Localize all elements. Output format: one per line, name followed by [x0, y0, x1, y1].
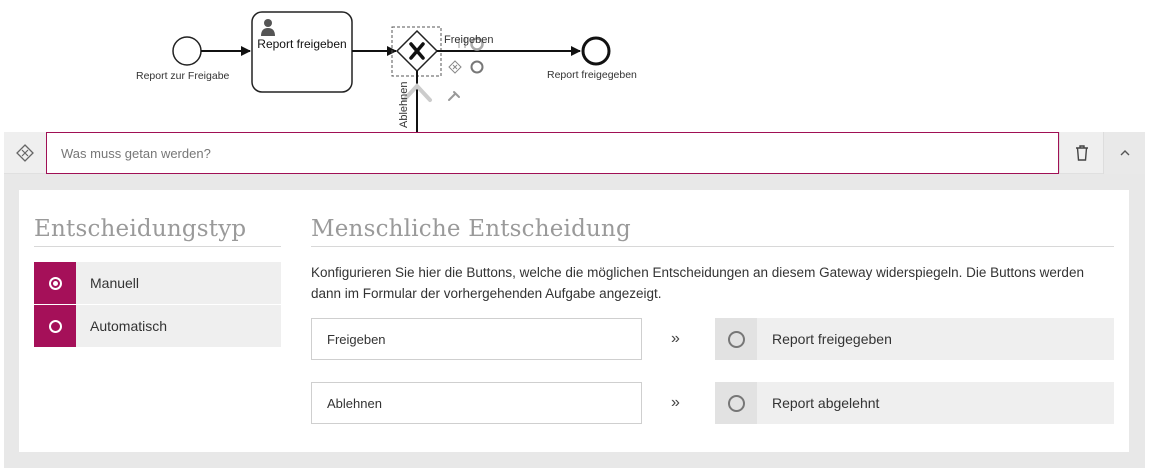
human-decision-description: Konfigurieren Sie hier die Buttons, welc…: [311, 265, 1084, 301]
decision-button-text-input[interactable]: [311, 318, 642, 360]
gateway-properties-panel: Entscheidungstyp Manuell Automatisch: [4, 132, 1145, 468]
decision-target-label: Report freigegeben: [772, 331, 892, 347]
decision-type-section: Entscheidungstyp Manuell Automatisch: [34, 216, 281, 348]
arrow-separator: »: [671, 330, 680, 347]
delete-button[interactable]: [1059, 132, 1103, 174]
task-label: Report freigeben: [257, 37, 347, 51]
end-event-icon: [715, 382, 757, 424]
radio-selected-icon[interactable]: [34, 262, 76, 304]
decision-row: » Report abgelehnt: [311, 382, 1114, 424]
collapse-button[interactable]: [1103, 132, 1145, 174]
radio-unselected-icon[interactable]: [34, 305, 76, 347]
end-event-label: Report freigegeben: [547, 69, 637, 81]
decision-target[interactable]: Report freigegeben: [715, 318, 1114, 360]
flow-reject-label: Ablehnen: [398, 81, 410, 129]
gateway-diamond-icon: [4, 132, 46, 174]
workflow-editor: Report zur Freigabe Report freigeben Rep…: [0, 0, 1152, 471]
decision-type-list: Manuell Automatisch: [34, 262, 281, 347]
task-title-input[interactable]: [46, 132, 1059, 174]
decision-button-text-input[interactable]: [311, 382, 642, 424]
trash-icon: [1075, 145, 1088, 161]
end-event[interactable]: [581, 36, 611, 66]
human-decision-section: Menschliche Entscheidung Konfigurieren S…: [311, 216, 1114, 424]
start-event-label: Report zur Freigabe: [136, 70, 230, 82]
diagram-canvas: [172, 11, 611, 132]
decision-target[interactable]: Report abgelehnt: [715, 382, 1114, 424]
decision-type-title: Entscheidungstyp: [34, 216, 281, 247]
decision-type-automatic[interactable]: Automatisch: [34, 305, 281, 347]
wrench-icon[interactable]: [448, 91, 460, 101]
panel-body: Entscheidungstyp Manuell Automatisch Men…: [19, 190, 1129, 452]
panel-header: [4, 132, 1145, 174]
chevron-up-icon: [1120, 150, 1129, 156]
arrow-separator: »: [671, 394, 680, 411]
flow-approve-label: Freigeben: [444, 34, 494, 46]
bpmn-diagram[interactable]: Report zur Freigabe Report freigeben Rep…: [0, 0, 1152, 132]
decision-row: » Report freigegeben: [311, 318, 1114, 360]
decision-type-manual[interactable]: Manuell: [34, 262, 281, 304]
end-event-icon: [715, 318, 757, 360]
append-intermediate-event-icon[interactable]: [470, 60, 484, 74]
decision-type-label: Automatisch: [76, 305, 281, 347]
start-event[interactable]: [172, 36, 202, 66]
human-decision-title: Menschliche Entscheidung: [311, 216, 1114, 247]
decision-target-label: Report abgelehnt: [772, 395, 880, 411]
decision-type-label: Manuell: [76, 262, 281, 304]
